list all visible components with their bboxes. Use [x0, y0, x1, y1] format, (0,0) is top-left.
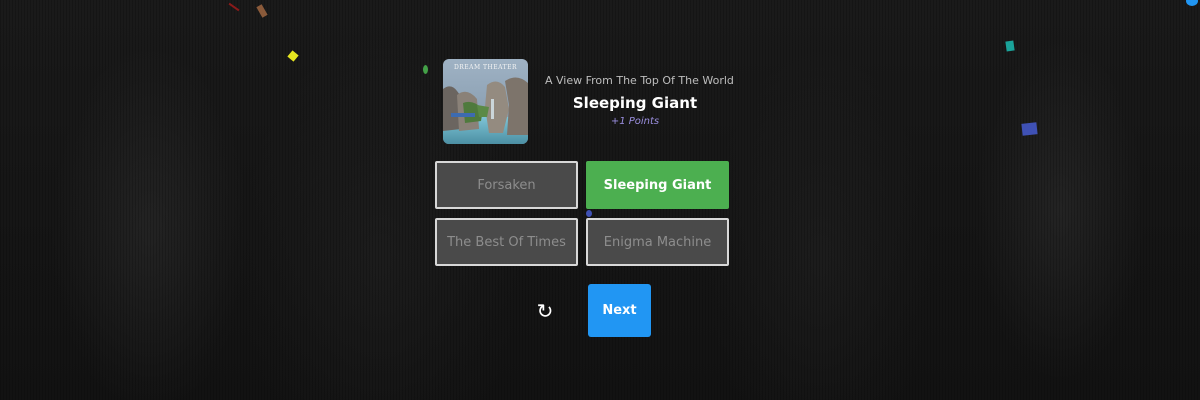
confetti-piece	[287, 50, 299, 62]
answer-choices: Forsaken Sleeping Giant The Best Of Time…	[435, 161, 729, 266]
album-cover-art: DREAM THEATER	[443, 59, 528, 144]
choice-button-forsaken[interactable]: Forsaken	[435, 161, 578, 209]
now-playing-info: A View From The Top Of The World Sleepin…	[545, 74, 734, 128]
album-art-wordmark: DREAM THEATER	[454, 64, 517, 71]
next-button[interactable]: Next	[588, 284, 651, 337]
choice-button-the-best-of-times[interactable]: The Best Of Times	[435, 218, 578, 266]
album-cover-image: DREAM THEATER	[443, 59, 528, 144]
game-stage: DREAM THEATER A View From The Top Of The…	[0, 0, 1200, 400]
choice-button-enigma-machine[interactable]: Enigma Machine	[586, 218, 729, 266]
confetti-piece	[1005, 40, 1015, 52]
song-title: Sleeping Giant	[572, 94, 698, 112]
confetti-piece	[423, 65, 428, 74]
confetti-piece	[1021, 122, 1038, 136]
album-name: A View From The Top Of The World	[545, 74, 734, 87]
retry-icon[interactable]: ↻	[533, 298, 557, 324]
confetti-piece	[256, 4, 268, 18]
confetti-piece	[1186, 0, 1198, 6]
choice-button-sleeping-giant[interactable]: Sleeping Giant	[586, 161, 729, 209]
points-awarded: +1 Points	[610, 116, 660, 127]
confetti-piece	[228, 2, 240, 12]
